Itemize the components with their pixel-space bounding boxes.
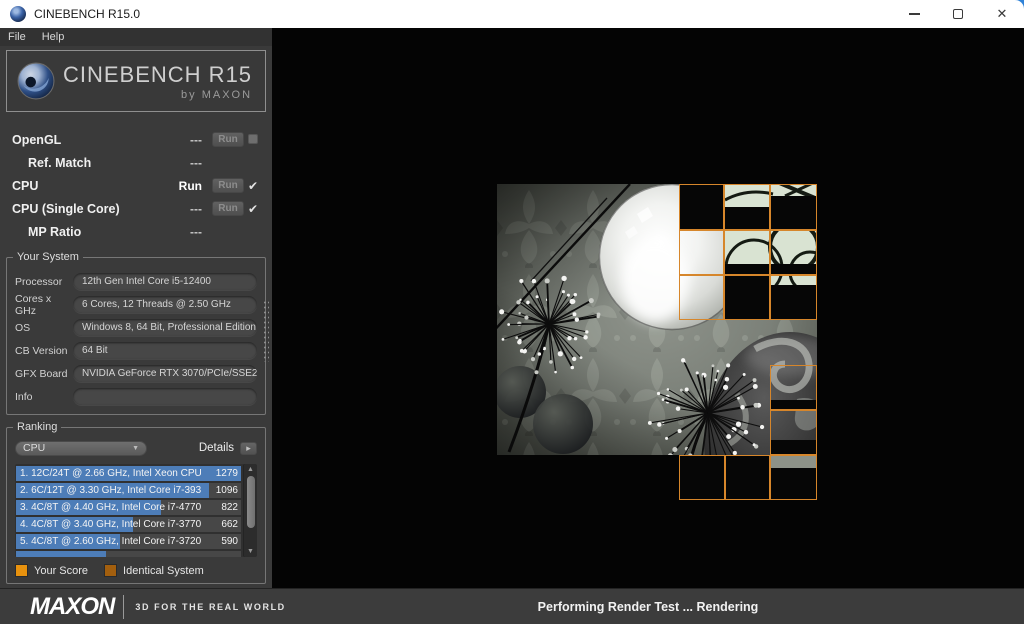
- ranking-row-4[interactable]: 4. 4C/8T @ 3.40 GHz, Intel Core i7-3770 …: [16, 517, 241, 532]
- render-status-text: Performing Render Test ... Rendering: [537, 599, 759, 614]
- cinebench-window: CINEBENCH R15.0 ✕ File Help CINEBENCH R1…: [0, 0, 1024, 624]
- field-os: OS Windows 8, 64 Bit, Professional Editi…: [15, 316, 257, 339]
- test-row-cpu-single: CPU (Single Core) --- Run ✔: [12, 197, 262, 220]
- cores-field[interactable]: 6 Cores, 12 Threads @ 2.50 GHz: [73, 296, 257, 313]
- mp-ratio-label: MP Ratio: [28, 224, 82, 239]
- field-cores: Cores x GHz 6 Cores, 12 Threads @ 2.50 G…: [15, 293, 257, 317]
- ranking-filter-dropdown[interactable]: CPU ▼: [15, 440, 147, 456]
- arrow-right-icon: ▸: [246, 442, 251, 453]
- mp-ratio-score: ---: [190, 224, 202, 239]
- ranking-scrollbar[interactable]: ▲ ▼: [243, 464, 257, 557]
- your-score-swatch: [15, 564, 28, 577]
- close-button[interactable]: ✕: [980, 0, 1024, 28]
- chevron-down-icon: ▼: [132, 444, 139, 452]
- ranking-row-3[interactable]: 3. 4C/8T @ 4.40 GHz, Intel Core i7-4770K…: [16, 500, 241, 515]
- ranking-legend: Your Score Identical System: [15, 564, 257, 577]
- ranking-row-2[interactable]: 2. 6C/12T @ 3.30 GHz, Intel Core i7-3930…: [16, 483, 241, 498]
- cpu-checkbox-checked[interactable]: ✔: [248, 179, 258, 193]
- menu-file[interactable]: File: [8, 31, 26, 43]
- window-title: CINEBENCH R15.0: [34, 7, 141, 21]
- opengl-run-button[interactable]: Run: [212, 132, 244, 147]
- maximize-icon: [953, 9, 963, 19]
- cpu-single-run-button[interactable]: Run: [212, 201, 244, 216]
- test-row-mp-ratio: MP Ratio ---: [12, 220, 262, 243]
- field-gfx-board: GFX Board NVIDIA GeForce RTX 3070/PCIe/S…: [15, 362, 257, 385]
- score-bar: [16, 551, 106, 557]
- brand-tagline: 3D FOR THE REAL WORLD: [135, 601, 286, 612]
- app-logo-title: CINEBENCH R15: [63, 61, 253, 87]
- test-section: OpenGL --- Run Ref. Match --- CPU Run Ru…: [0, 128, 272, 243]
- identical-system-swatch: [104, 564, 118, 577]
- details-button[interactable]: ▸: [240, 441, 257, 455]
- scrollbar-thumb[interactable]: [246, 476, 255, 528]
- close-icon: ✕: [996, 6, 1008, 21]
- ranking-list: 1. 12C/24T @ 2.66 GHz, Intel Xeon CPU X5…: [15, 464, 257, 557]
- opengl-score: ---: [190, 132, 202, 147]
- test-row-ref-match: Ref. Match ---: [12, 151, 262, 174]
- ref-match-label: Ref. Match: [28, 155, 92, 170]
- os-field[interactable]: Windows 8, 64 Bit, Professional Edition …: [73, 319, 257, 336]
- app-icon: [10, 6, 26, 22]
- field-cb-version: CB Version 64 Bit: [15, 339, 257, 362]
- control-panel: File Help CINEBENCH R15 by MAXON OpenGL …: [0, 28, 272, 588]
- ranking-row-5[interactable]: 5. 4C/8T @ 2.60 GHz, Intel Core i7-3720Q…: [16, 534, 241, 549]
- maxon-logo: MAXON: [30, 592, 115, 620]
- menu-help[interactable]: Help: [42, 31, 65, 43]
- cpu-single-checkbox-checked[interactable]: ✔: [248, 202, 258, 216]
- minimize-icon: [908, 13, 920, 15]
- title-bar: CINEBENCH R15.0 ✕: [0, 0, 1024, 28]
- identical-system-label: Identical System: [123, 564, 204, 577]
- cpu-single-score: ---: [190, 201, 202, 216]
- brand-divider: [123, 594, 125, 619]
- cb-version-field[interactable]: 64 Bit: [73, 342, 257, 359]
- test-row-opengl: OpenGL --- Run: [12, 128, 262, 151]
- gfx-board-field[interactable]: NVIDIA GeForce RTX 3070/PCIe/SSE2: [73, 365, 257, 382]
- app-logo-subtitle: by MAXON: [181, 88, 253, 101]
- your-system-group: Your System Processor 12th Gen Intel Cor…: [6, 251, 266, 415]
- render-preview: [497, 184, 817, 500]
- your-system-title: Your System: [13, 251, 83, 263]
- panel-splitter-grip[interactable]: [263, 300, 269, 362]
- minimize-button[interactable]: [892, 0, 936, 28]
- cinema4d-logo-icon: [17, 62, 55, 100]
- opengl-checkbox[interactable]: [248, 134, 258, 145]
- details-label: Details: [198, 442, 234, 454]
- ranking-filter-value: CPU: [23, 442, 46, 454]
- field-info: Info: [15, 385, 257, 408]
- render-viewport: [272, 28, 1024, 588]
- cpu-run-button[interactable]: Run: [212, 178, 244, 193]
- cpu-label: CPU: [12, 178, 39, 193]
- ranking-title: Ranking: [13, 421, 62, 433]
- info-field[interactable]: [73, 388, 257, 405]
- ranking-row-6-partial[interactable]: [16, 551, 241, 557]
- scroll-down-icon[interactable]: ▼: [247, 546, 254, 557]
- processor-field[interactable]: 12th Gen Intel Core i5-12400: [73, 273, 257, 290]
- cpu-single-label: CPU (Single Core): [12, 201, 120, 216]
- ref-match-score: ---: [190, 155, 202, 170]
- your-score-label: Your Score: [34, 564, 89, 577]
- ranking-row-1[interactable]: 1. 12C/24T @ 2.66 GHz, Intel Xeon CPU X5…: [16, 466, 241, 481]
- opengl-label: OpenGL: [12, 132, 62, 147]
- cpu-score: Run: [178, 178, 202, 193]
- menu-bar: File Help: [0, 28, 272, 46]
- ranking-group: Ranking CPU ▼ Details ▸ 1. 12C/24T @ 2.6…: [6, 421, 266, 584]
- field-processor: Processor 12th Gen Intel Core i5-12400: [15, 270, 257, 293]
- status-bar: MAXON 3D FOR THE REAL WORLD Performing R…: [0, 588, 1024, 624]
- scroll-up-icon[interactable]: ▲: [247, 464, 254, 475]
- logo-box: CINEBENCH R15 by MAXON: [6, 50, 266, 112]
- maximize-button[interactable]: [936, 0, 980, 28]
- test-row-cpu: CPU Run Run ✔: [12, 174, 262, 197]
